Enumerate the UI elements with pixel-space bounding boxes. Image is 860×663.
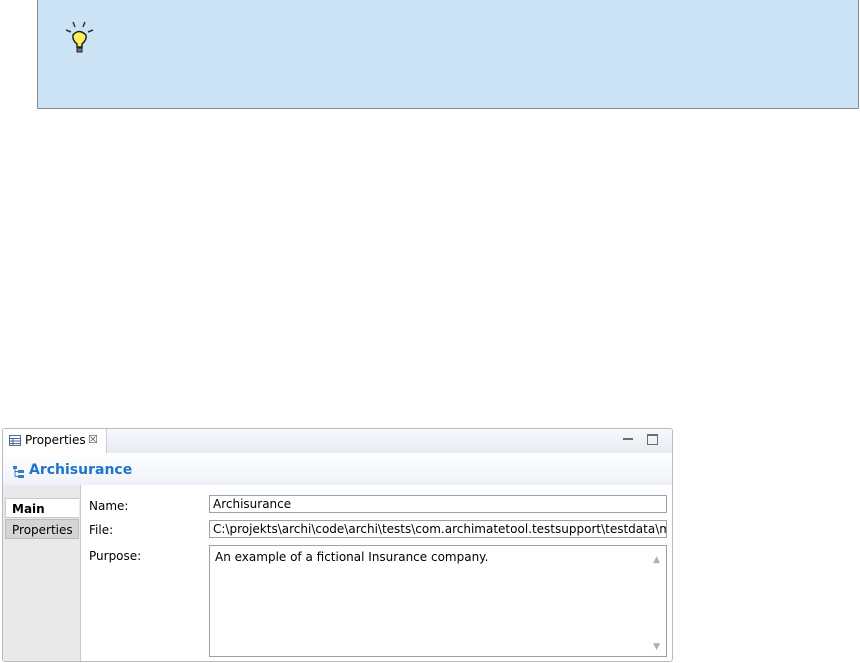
lightbulb-icon bbox=[65, 21, 94, 53]
purpose-textarea[interactable]: An example of a fictional Insurance comp… bbox=[209, 545, 667, 657]
properties-view: Properties ☒ Archisurance Main Propertie… bbox=[2, 428, 673, 662]
section-tab-properties[interactable]: Properties bbox=[5, 519, 79, 539]
scroll-up-icon[interactable]: ▲ bbox=[653, 555, 660, 565]
name-label: Name: bbox=[89, 499, 129, 513]
property-section-tabs: Main Properties bbox=[3, 485, 81, 661]
properties-view-tab[interactable]: Properties ☒ bbox=[3, 429, 107, 453]
tip-box bbox=[37, 0, 859, 109]
scroll-down-icon[interactable]: ▼ bbox=[653, 642, 660, 652]
view-title: Archisurance bbox=[29, 462, 133, 478]
name-field[interactable]: Archisurance bbox=[209, 495, 667, 513]
model-tree-icon bbox=[13, 466, 24, 478]
close-icon[interactable]: ☒ bbox=[88, 433, 98, 446]
purpose-text: An example of a fictional Insurance comp… bbox=[215, 550, 489, 564]
view-tab-label: Properties bbox=[25, 433, 86, 447]
section-tab-main[interactable]: Main bbox=[5, 498, 79, 518]
file-label: File: bbox=[89, 523, 114, 537]
view-tab-bar: Properties ☒ bbox=[3, 429, 672, 454]
minimize-button[interactable] bbox=[623, 438, 633, 440]
file-field[interactable]: C:\projekts\archi\code\archi\tests\com.a… bbox=[209, 520, 667, 538]
maximize-button[interactable] bbox=[647, 434, 658, 445]
properties-table-icon bbox=[9, 435, 21, 446]
purpose-label: Purpose: bbox=[89, 549, 142, 563]
